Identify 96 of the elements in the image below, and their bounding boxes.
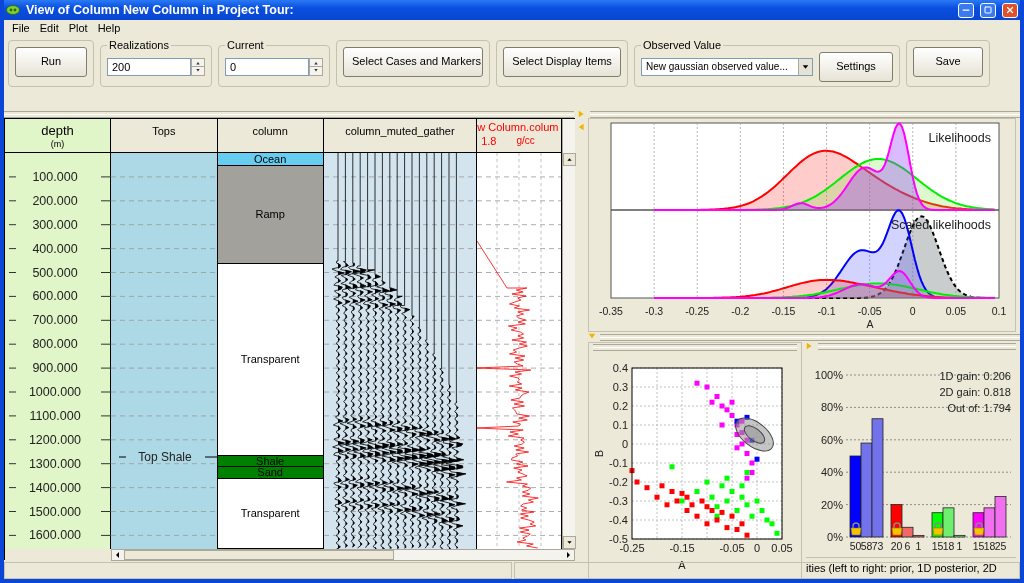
menu-item[interactable]: File	[8, 20, 34, 37]
depth-label: 1000.000	[28, 385, 82, 399]
axis-tick-label: 100%	[814, 369, 843, 381]
depth-label: 400.000	[32, 241, 78, 256]
axis-tick-label: -0.1	[817, 305, 836, 317]
bar-value-label: 1	[915, 540, 922, 552]
axis-tick-label: -0.15	[771, 305, 796, 317]
depth-label: 600.000	[32, 289, 78, 304]
depth-label: 500.000	[32, 265, 78, 280]
select-display-button[interactable]: Select Display Items	[503, 46, 621, 77]
bar-value-label: 15	[931, 540, 944, 552]
observed-value-dropdown[interactable]: New gaussian observed value...	[641, 57, 813, 76]
depth-label: 300.000	[32, 217, 78, 232]
run-button[interactable]: Run	[15, 46, 87, 77]
dropdown-value: New gaussian observed value...	[645, 60, 789, 74]
depth-label: 1100.000	[29, 408, 81, 423]
axis-tick-label: 0.1	[612, 419, 628, 431]
axis-tick-label: -0.35	[599, 305, 623, 317]
number-field[interactable]: 0	[225, 57, 309, 76]
depth-label: 1500.000	[28, 504, 82, 519]
depth-label: 200.000	[32, 193, 78, 208]
group-label: Observed Value	[642, 40, 723, 51]
rock-layer: Ocean	[217, 153, 323, 166]
axis-tick-label: -0.25	[619, 542, 645, 554]
axis-tick-label: 0.3	[612, 381, 628, 393]
depth-label: 700.000	[32, 313, 78, 328]
rock-layer: Shale	[217, 456, 323, 467]
settings-button[interactable]: Settings	[819, 51, 893, 82]
depth-label: 1200.000	[28, 432, 82, 447]
axis-tick-label: -0.3	[609, 495, 628, 507]
scale-min-label: 1.8	[481, 134, 497, 149]
track-title: w Column.colum	[477, 121, 560, 135]
axis-tick-label: -0.2	[731, 305, 750, 317]
axis-label: A	[866, 318, 874, 330]
axis-tick-label: 20%	[820, 498, 843, 511]
track-title: column_muted_gather	[345, 124, 455, 139]
axis-tick-label: 0.4	[612, 362, 628, 374]
bar-value-label: 20	[890, 540, 903, 552]
bar-value-label: 50	[849, 540, 862, 552]
group-label: Current	[226, 40, 265, 51]
menu-item[interactable]: Plot	[64, 20, 92, 37]
axis-tick-label: 0.05	[771, 542, 793, 554]
axis-tick-label: -0.15	[669, 542, 695, 554]
axis-tick-label: 40%	[820, 466, 843, 479]
bar-value-label: 6	[904, 540, 911, 552]
unit-label: (m)	[50, 139, 65, 151]
gain-label: 1D gain: 0.206	[939, 370, 1011, 382]
chart-title: Likelihoods	[928, 131, 991, 145]
bar-value-label: 58	[860, 540, 873, 552]
axis-tick-label: 0	[753, 542, 761, 554]
top-label: Top Shale	[138, 450, 192, 464]
gain-label: 2D gain: 0.818	[939, 386, 1011, 398]
menu-item[interactable]: Help	[93, 20, 125, 37]
axis-tick-label: -0.3	[645, 305, 664, 317]
track-title: Tops	[152, 124, 176, 139]
axis-tick-label: 80%	[820, 401, 843, 414]
chart-caption: ities (left to right: prior, 1D posterior, 2D	[806, 562, 997, 574]
bar-value-label: 18	[942, 540, 955, 552]
axis-tick-label: 0.1	[991, 305, 1007, 317]
axis-tick-label: 60%	[820, 433, 843, 446]
group-label: Realizations	[108, 40, 170, 51]
axis-tick-label: -0.5	[609, 533, 628, 545]
rock-layer: Ramp	[217, 166, 323, 264]
bar-value-label: 15	[972, 540, 985, 552]
depth-label: 1300.000	[28, 456, 82, 471]
axis-tick-label: 0.2	[612, 400, 628, 412]
axis-tick-label: 0%	[827, 531, 843, 543]
depth-label: 100.000	[32, 169, 78, 184]
axis-tick-label: -0.25	[685, 305, 710, 317]
track-title: depth	[41, 123, 74, 140]
depth-label: 800.000	[32, 337, 78, 352]
unit-label: g/cc	[516, 134, 535, 148]
menu-item[interactable]: Edit	[35, 20, 63, 37]
save-button[interactable]: Save	[913, 46, 983, 77]
axis-tick-label: 0	[909, 305, 916, 317]
gain-label: Out of: 1.794	[947, 402, 1011, 414]
window-title: View of Column New Column in Project Tour:	[26, 1, 295, 19]
depth-label: 1400.000	[28, 480, 82, 495]
axis-label: B	[593, 449, 605, 458]
axis-tick-label: -0.4	[609, 514, 628, 526]
axis-tick-label: -0.1	[609, 457, 628, 469]
axis-tick-label: -0.05	[857, 305, 882, 317]
bar-value-label: 73	[871, 540, 884, 552]
select-cases-button[interactable]: Select Cases and Markers	[343, 46, 483, 77]
track-title: column	[252, 124, 288, 139]
number-field[interactable]: 200	[107, 57, 191, 76]
axis-tick-label: 0	[621, 438, 628, 450]
depth-label: 1600.000	[28, 528, 82, 543]
bar-value-label: 18	[983, 540, 996, 552]
rock-layer: Sand	[217, 467, 323, 479]
bar-value-label: 1	[956, 540, 963, 552]
axis-tick-label: -0.05	[719, 542, 745, 554]
axis-tick-label: 0.05	[945, 305, 967, 317]
depth-label: 900.000	[32, 361, 78, 376]
bar-value-label: 25	[994, 540, 1007, 552]
axis-tick-label: -0.2	[609, 476, 628, 488]
